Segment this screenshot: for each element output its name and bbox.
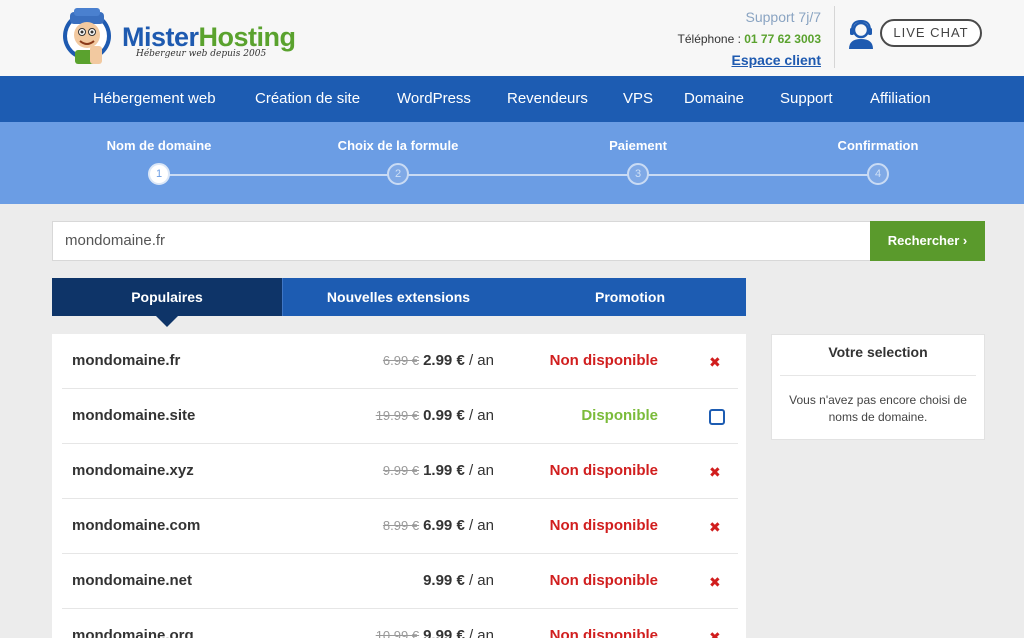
step-dot-2: 2	[387, 163, 409, 185]
domain-price: 19.99 €0.99 € / an	[376, 407, 494, 424]
domain-price: 10.99 €9.99 € / an	[376, 627, 494, 638]
steps-progress-line	[159, 174, 878, 176]
nav-item-domaine[interactable]: Domaine	[684, 90, 744, 107]
result-row: mondomaine.net 9.99 € / an Non disponibl…	[62, 554, 738, 609]
step-label-confirmation: Confirmation	[837, 138, 919, 153]
close-icon: ✖	[709, 354, 721, 370]
domain-name: mondomaine.net	[72, 572, 193, 589]
price-period: / an	[468, 352, 494, 369]
brand-tagline: Hébergeur web depuis 2005	[136, 49, 267, 59]
nav-item-vps[interactable]: VPS	[623, 90, 653, 107]
domain-price: 8.99 €6.99 € / an	[383, 517, 494, 534]
mascot-logo-icon	[63, 8, 111, 64]
extension-tabs: Populaires Nouvelles extensions Promotio…	[52, 278, 746, 316]
selection-panel: Votre selection Vous n'avez pas encore c…	[771, 334, 985, 440]
availability-status: Disponible	[581, 407, 658, 424]
tab-promotion[interactable]: Promotion	[514, 278, 746, 316]
result-row: mondomaine.xyz 9.99 €1.99 € / an Non dis…	[62, 444, 738, 499]
site-logo[interactable]: MisterHosting Hébergeur web depuis 2005	[60, 4, 300, 70]
support-hours: Support 7j/7	[745, 9, 822, 25]
availability-status: Non disponible	[549, 352, 658, 369]
old-price: 9.99 €	[382, 463, 420, 478]
price-period: / an	[468, 517, 494, 534]
select-domain-checkbox[interactable]	[709, 409, 725, 425]
domain-results-list: mondomaine.fr 6.99 €2.99 € / an Non disp…	[52, 334, 746, 638]
nav-item-support[interactable]: Support	[780, 90, 833, 107]
availability-status: Non disponible	[549, 462, 658, 479]
new-price: 9.99 €	[423, 572, 465, 589]
nav-item-wordpress[interactable]: WordPress	[397, 90, 471, 107]
price-period: / an	[468, 462, 494, 479]
domain-name: mondomaine.org	[72, 627, 194, 638]
selection-title: Votre selection	[828, 344, 928, 360]
old-price: 10.99 €	[375, 628, 420, 638]
nav-item-affiliation[interactable]: Affiliation	[870, 90, 931, 107]
new-price: 0.99 €	[423, 407, 465, 424]
header-divider	[834, 6, 835, 68]
old-price: 19.99 €	[375, 408, 420, 423]
step-label-formula: Choix de la formule	[337, 138, 459, 153]
step-dot-1: 1	[148, 163, 170, 185]
close-icon: ✖	[709, 464, 721, 480]
close-icon: ✖	[709, 574, 721, 590]
new-price: 2.99 €	[423, 352, 465, 369]
tab-populaires[interactable]: Populaires	[52, 278, 282, 316]
new-price: 1.99 €	[423, 462, 465, 479]
phone-line: Téléphone : 01 77 62 3003	[678, 32, 821, 46]
step-label-domain: Nom de domaine	[106, 138, 212, 153]
client-area-link[interactable]: Espace client	[732, 52, 822, 68]
new-price: 6.99 €	[423, 517, 465, 534]
result-row: mondomaine.site 19.99 €0.99 € / an Dispo…	[62, 389, 738, 444]
phone-label: Téléphone :	[677, 32, 745, 46]
availability-status: Non disponible	[549, 517, 658, 534]
active-tab-caret-icon	[156, 316, 178, 327]
step-dot-3: 3	[627, 163, 649, 185]
result-row: mondomaine.org 10.99 €9.99 € / an Non di…	[62, 609, 738, 638]
availability-status: Non disponible	[549, 572, 658, 589]
domain-search-input[interactable]: mondomaine.fr	[52, 221, 870, 261]
result-row: mondomaine.com 8.99 €6.99 € / an Non dis…	[62, 499, 738, 554]
main-nav: Hébergement web Création de site WordPre…	[0, 76, 1024, 122]
domain-name: mondomaine.fr	[72, 352, 181, 369]
step-dot-4: 4	[867, 163, 889, 185]
availability-status: Non disponible	[549, 627, 658, 638]
price-period: / an	[468, 627, 494, 638]
brand-name-part-1: Mister	[122, 22, 199, 52]
phone-number[interactable]: 01 77 62 3003	[744, 32, 821, 46]
live-chat-button[interactable]: LIVE CHAT	[880, 19, 982, 47]
price-period: / an	[468, 407, 494, 424]
close-icon: ✖	[709, 519, 721, 535]
nav-item-revendeurs[interactable]: Revendeurs	[507, 90, 588, 107]
site-header: MisterHosting Hébergeur web depuis 2005 …	[0, 0, 1024, 76]
nav-item-creation[interactable]: Création de site	[255, 90, 360, 107]
result-row: mondomaine.fr 6.99 €2.99 € / an Non disp…	[62, 334, 738, 389]
selection-empty-text: Vous n'avez pas encore choisi de noms de…	[789, 393, 967, 424]
domain-price: 6.99 €2.99 € / an	[383, 352, 494, 369]
domain-price: 9.99 € / an	[423, 572, 494, 589]
old-price: 8.99 €	[382, 518, 420, 533]
nav-item-hebergement[interactable]: Hébergement web	[93, 90, 216, 107]
close-icon: ✖	[709, 629, 721, 638]
step-label-payment: Paiement	[609, 138, 667, 153]
support-agent-icon[interactable]	[846, 18, 876, 50]
brand-name-part-2: Hosting	[198, 22, 297, 52]
domain-name: mondomaine.xyz	[72, 462, 194, 479]
selection-divider	[780, 375, 976, 376]
search-button[interactable]: Rechercher ›	[870, 221, 985, 261]
domain-name: mondomaine.com	[72, 517, 201, 534]
tab-nouvelles-extensions[interactable]: Nouvelles extensions	[283, 278, 514, 316]
domain-price: 9.99 €1.99 € / an	[383, 462, 494, 479]
domain-name: mondomaine.site	[72, 407, 196, 424]
new-price: 9.99 €	[423, 627, 465, 638]
price-period: / an	[468, 572, 494, 589]
old-price: 6.99 €	[382, 353, 420, 368]
